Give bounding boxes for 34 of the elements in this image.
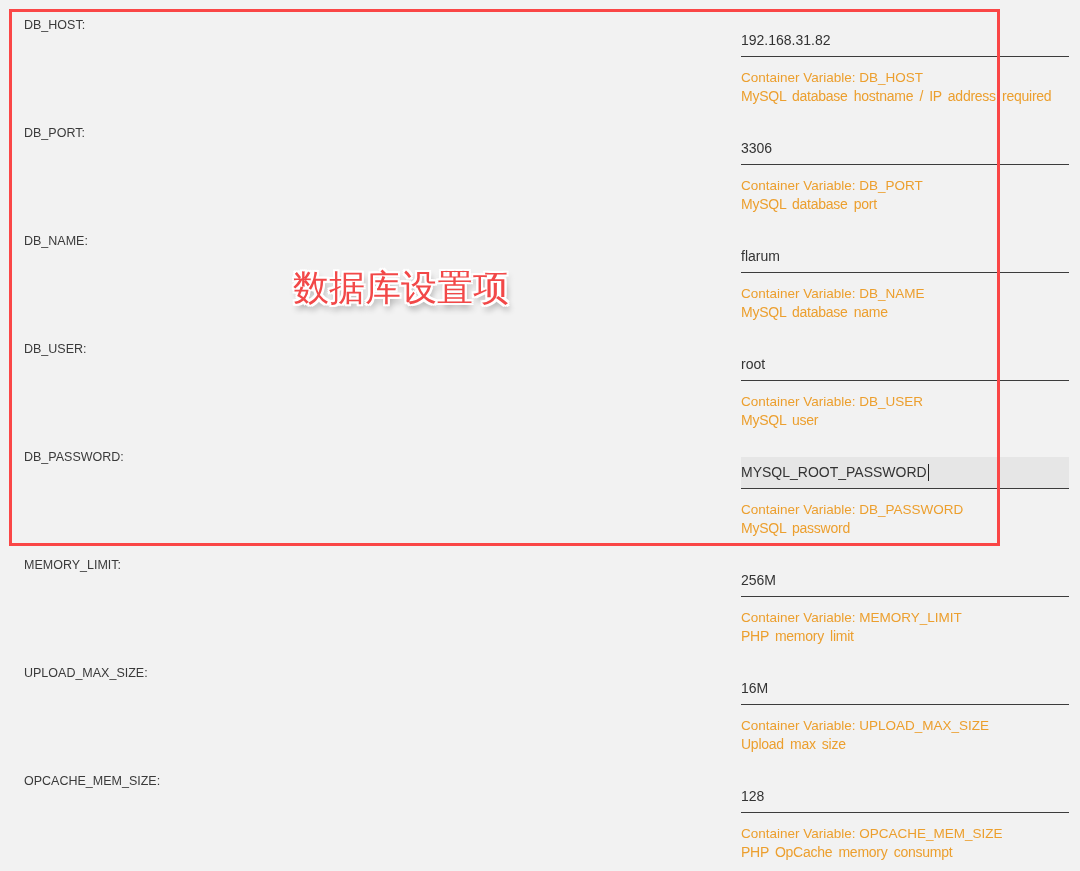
field-label: DB_USER:: [24, 342, 87, 356]
input-field[interactable]: 3306: [741, 133, 1069, 165]
variable-note: Container Variable: DB_PASSWORD: [741, 501, 964, 519]
input-field[interactable]: 128: [741, 781, 1069, 813]
field-description: MySQL password: [741, 519, 850, 538]
field-description: MySQL database port: [741, 195, 877, 214]
annotation-label: 数据库设置项: [293, 266, 509, 310]
input-field[interactable]: MYSQL_ROOT_PASSWORD: [741, 457, 1069, 489]
field-description: PHP memory limit: [741, 627, 854, 646]
field-label: DB_PORT:: [24, 126, 85, 140]
variable-note: Container Variable: DB_PORT: [741, 177, 923, 195]
field-description: Upload max size: [741, 735, 846, 754]
variable-note: Container Variable: OPCACHE_MEM_SIZE: [741, 825, 1003, 843]
field-label: UPLOAD_MAX_SIZE:: [24, 666, 148, 680]
input-field[interactable]: flarum: [741, 241, 1069, 273]
input-field[interactable]: root: [741, 349, 1069, 381]
input-field[interactable]: 256M: [741, 565, 1069, 597]
variable-note: Container Variable: UPLOAD_MAX_SIZE: [741, 717, 990, 735]
field-label: DB_HOST:: [24, 18, 86, 32]
field-description: PHP OpCache memory consumpt: [741, 843, 953, 862]
input-field[interactable]: 16M: [741, 673, 1069, 705]
field-description: MySQL database name: [741, 303, 888, 322]
field-label: OPCACHE_MEM_SIZE:: [24, 774, 161, 788]
variable-note: Container Variable: DB_NAME: [741, 285, 925, 303]
field-description: MySQL user: [741, 411, 819, 430]
variable-note: Container Variable: DB_USER: [741, 393, 924, 411]
text-cursor: [927, 464, 929, 481]
field-label: DB_PASSWORD:: [24, 450, 124, 464]
variable-note: Container Variable: DB_HOST: [741, 69, 924, 87]
field-label: DB_NAME:: [24, 234, 88, 248]
variable-note: Container Variable: MEMORY_LIMIT: [741, 609, 962, 627]
field-label: MEMORY_LIMIT:: [24, 558, 121, 572]
input-field[interactable]: 192.168.31.82: [741, 25, 1069, 57]
field-description: MySQL database hostname / IP address required: [741, 87, 1052, 106]
